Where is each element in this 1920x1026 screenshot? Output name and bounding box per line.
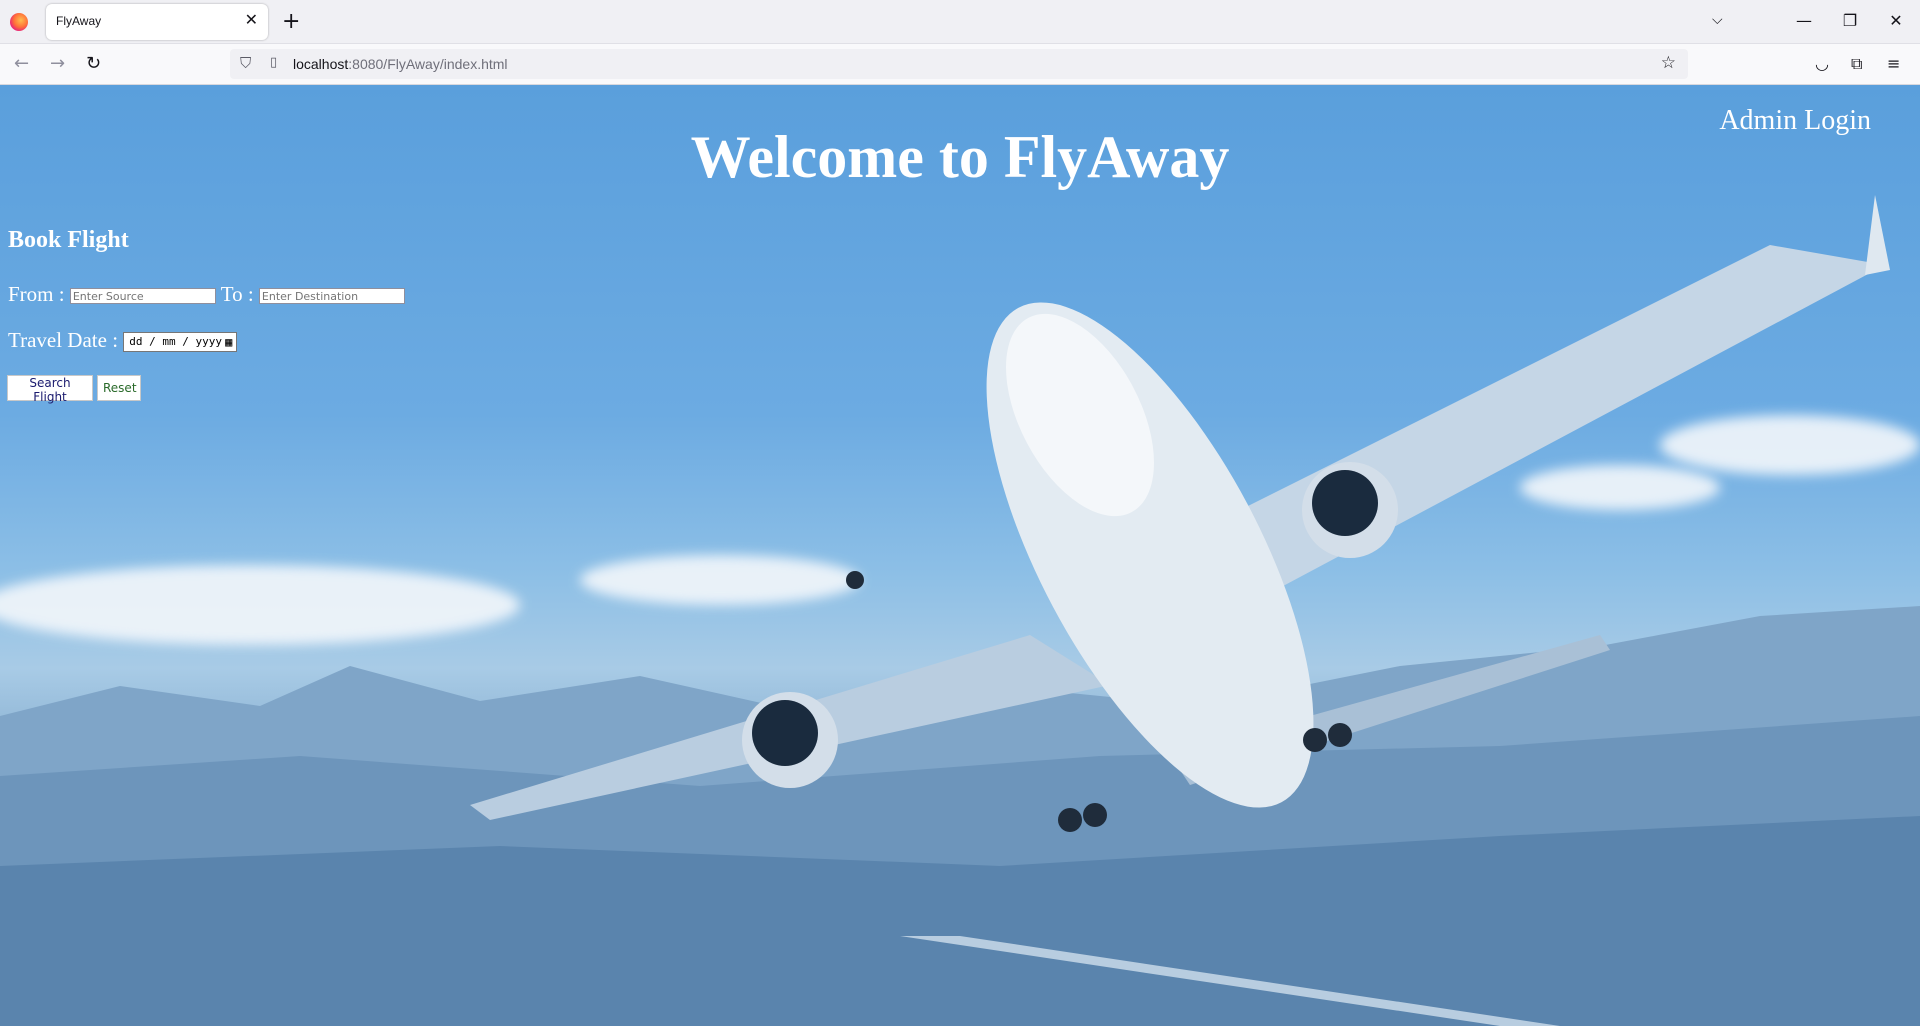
navigation-toolbar: ← → ↻ ⛉ ▯ localhost:8080/FlyAway/index.h… xyxy=(0,44,1920,85)
bookmark-star-icon[interactable]: ☆ xyxy=(1661,53,1676,73)
source-input[interactable] xyxy=(69,288,216,305)
url-path: :8080/FlyAway/index.html xyxy=(348,56,508,72)
reload-button[interactable]: ↻ xyxy=(86,53,101,74)
to-label: To : xyxy=(220,282,254,306)
date-placeholder: dd / mm / yyyy xyxy=(129,335,223,349)
destination-input[interactable] xyxy=(258,288,405,305)
travel-date-input[interactable]: dd / mm / yyyy ▦ xyxy=(123,332,238,353)
close-window-button[interactable]: ✕ xyxy=(1881,8,1911,34)
browser-tab[interactable]: FlyAway ✕ xyxy=(46,4,268,40)
calendar-icon[interactable]: ▦ xyxy=(225,333,232,351)
extensions-icon[interactable]: ⧉ xyxy=(1851,54,1862,74)
tab-bar: FlyAway ✕ + ⌵ — ❐ ✕ xyxy=(0,0,1920,44)
new-tab-button[interactable]: + xyxy=(282,9,300,34)
url-text[interactable]: localhost:8080/FlyAway/index.html xyxy=(293,56,508,72)
route-row: From : To : xyxy=(8,282,405,307)
firefox-logo-icon xyxy=(10,13,28,31)
url-host: localhost xyxy=(293,56,349,72)
tab-title: FlyAway xyxy=(56,14,102,28)
tab-close-icon[interactable]: ✕ xyxy=(245,10,258,29)
shield-icon[interactable]: ⛉ xyxy=(240,54,251,72)
page-title: Welcome to FlyAway xyxy=(690,124,1230,190)
airplane-image xyxy=(470,195,1890,832)
list-all-tabs-icon[interactable]: ⌵ xyxy=(1712,12,1723,28)
book-flight-heading: Book Flight xyxy=(8,227,129,253)
reset-button[interactable]: Reset xyxy=(97,375,141,401)
from-label: From : xyxy=(8,282,65,306)
minimize-button[interactable]: — xyxy=(1789,8,1819,34)
menu-icon[interactable]: ≡ xyxy=(1887,54,1900,73)
admin-login-link[interactable]: Admin Login xyxy=(1719,105,1871,137)
search-flight-button[interactable]: Search Flight xyxy=(7,375,93,404)
back-button[interactable]: ← xyxy=(14,53,29,74)
page-background: Welcome to FlyAway Admin Login Book Flig… xyxy=(0,85,1920,1026)
page-icon[interactable]: ▯ xyxy=(270,55,277,70)
forward-button[interactable]: → xyxy=(50,53,65,74)
travel-date-label: Travel Date : xyxy=(8,328,119,352)
restore-button[interactable]: ❐ xyxy=(1835,8,1865,34)
pocket-icon[interactable]: ◡ xyxy=(1815,54,1829,73)
date-row: Travel Date : dd / mm / yyyy ▦ xyxy=(8,328,238,353)
url-bar[interactable]: ⛉ ▯ localhost:8080/FlyAway/index.html ☆ xyxy=(230,49,1688,79)
